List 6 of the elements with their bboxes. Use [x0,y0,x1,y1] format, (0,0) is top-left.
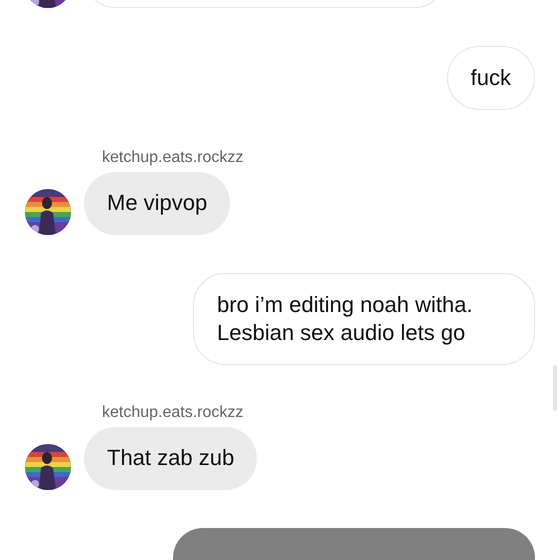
message-bubble: bro i’m editing noah witha. Lesbian sex audio lets go [193,273,535,365]
message-bubble: Me vipvop [84,172,230,235]
sender-name: ketchup.eats.rockzz [101,148,244,168]
message-bubble: fuck [446,46,535,110]
message-bubble: That zab zub [84,427,258,490]
sender-name: ketchup.eats.rockzz [101,403,244,423]
